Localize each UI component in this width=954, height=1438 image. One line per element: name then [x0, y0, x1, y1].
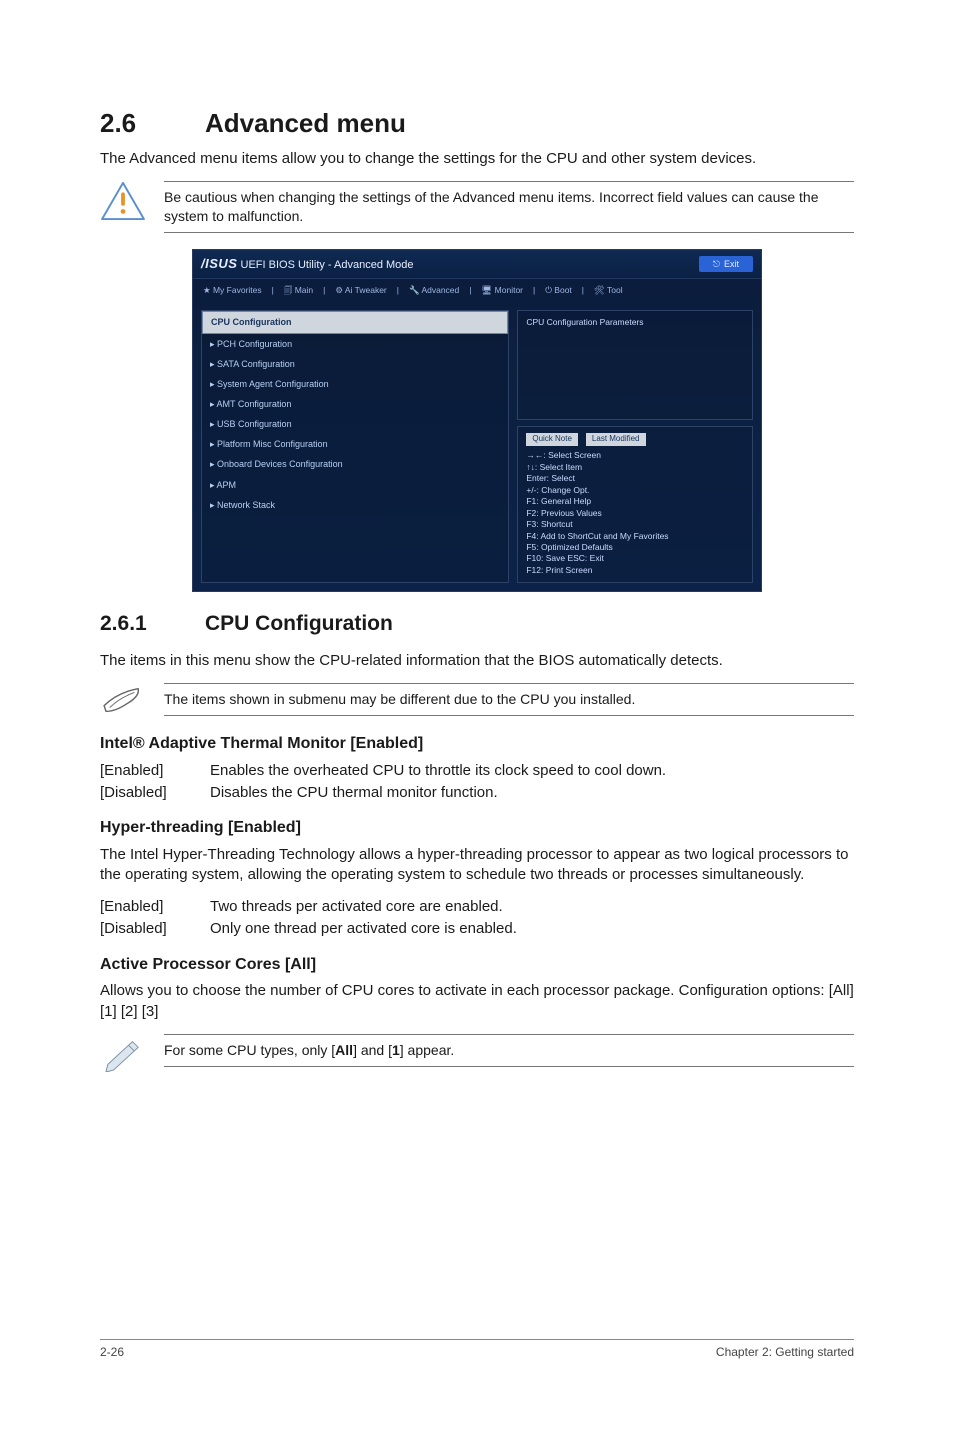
page-footer: 2-26 Chapter 2: Getting started — [0, 1332, 954, 1438]
section-heading: 2.6Advanced menu — [100, 106, 854, 141]
pencil-note-icon — [100, 1034, 146, 1072]
option-desc: Disables the CPU thermal monitor functio… — [210, 783, 854, 803]
bios-help-line: F1: General Help — [526, 496, 744, 507]
option-row: [Enabled] Two threads per activated core… — [100, 897, 854, 917]
bios-exit-label: Exit — [724, 258, 739, 270]
bios-tab[interactable]: ⏻ Boot — [541, 283, 576, 298]
option-value: [Disabled] — [100, 783, 210, 803]
bios-menu-item[interactable]: ▸ PCH Configuration — [202, 334, 508, 354]
exit-icon: ⎋ — [713, 258, 720, 270]
caution-text: Be cautious when changing the settings o… — [164, 181, 854, 233]
bios-menu-item[interactable]: CPU Configuration — [202, 311, 508, 333]
option-row: [Disabled] Disables the CPU thermal moni… — [100, 783, 854, 803]
bios-help-line: +/-: Change Opt. — [526, 485, 744, 496]
bios-help-line: F2: Previous Values — [526, 508, 744, 519]
bios-titlebar: /ISUS UEFI BIOS Utility - Advanced Mode … — [193, 250, 761, 279]
bios-tab[interactable]: ⚙ Ai Tweaker — [331, 283, 390, 298]
option-row: [Enabled] Enables the overheated CPU to … — [100, 761, 854, 781]
option-heading: Hyper-threading [Enabled] — [100, 817, 854, 839]
bios-help-line: F4: Add to ShortCut and My Favorites — [526, 531, 744, 542]
option-desc: Enables the overheated CPU to throttle i… — [210, 761, 854, 781]
bios-help-line: F12: Print Screen — [526, 565, 744, 576]
bios-brand: /ISUS — [201, 256, 237, 271]
bios-menu-item[interactable]: ▸ USB Configuration — [202, 414, 508, 434]
bios-help-pane: Quick Note Last Modified →←: Select Scre… — [517, 426, 753, 583]
bios-menu-item[interactable]: ▸ Onboard Devices Configuration — [202, 454, 508, 474]
bios-help-line: F10: Save ESC: Exit — [526, 553, 744, 564]
option-value: [Enabled] — [100, 761, 210, 781]
bios-menu-list: CPU Configuration ▸ PCH Configuration ▸ … — [201, 310, 509, 583]
bios-menu-item[interactable]: ▸ Platform Misc Configuration — [202, 434, 508, 454]
option-row: [Disabled] Only one thread per activated… — [100, 919, 854, 939]
option-heading: Intel® Adaptive Thermal Monitor [Enabled… — [100, 733, 854, 755]
bios-pane-tab[interactable]: Quick Note — [526, 433, 578, 446]
bios-info-text: CPU Configuration Parameters — [526, 317, 744, 328]
caution-box: Be cautious when changing the settings o… — [100, 181, 854, 233]
note-box: The items shown in submenu may be differ… — [100, 683, 854, 717]
section-title: Advanced menu — [205, 108, 406, 138]
bios-menu-item[interactable]: ▸ AMT Configuration — [202, 394, 508, 414]
bios-screenshot: /ISUS UEFI BIOS Utility - Advanced Mode … — [192, 249, 762, 592]
note-icon — [100, 683, 146, 717]
section-intro: The Advanced menu items allow you to cha… — [100, 149, 854, 169]
subsection-title: CPU Configuration — [205, 612, 393, 635]
bios-help-line: F3: Shortcut — [526, 519, 744, 530]
bios-tab[interactable]: 🔧 Advanced — [405, 283, 463, 298]
subsection-intro: The items in this menu show the CPU-rela… — [100, 651, 854, 671]
subsection-heading: 2.6.1CPU Configuration — [100, 610, 854, 638]
bios-tab[interactable]: 🗐 Main — [280, 283, 317, 298]
bios-tab[interactable]: ★ My Favorites — [199, 283, 266, 298]
bios-help-line: Enter: Select — [526, 473, 744, 484]
bios-menu-item[interactable]: ▸ APM — [202, 475, 508, 495]
bios-tab[interactable]: 🛠 Tool — [590, 283, 627, 298]
bios-tab[interactable]: 🖥 Monitor — [478, 283, 528, 298]
option-desc: Two threads per activated core are enabl… — [210, 897, 854, 917]
note-box: For some CPU types, only [All] and [1] a… — [100, 1034, 854, 1072]
note-text: For some CPU types, only [All] and [1] a… — [164, 1034, 854, 1067]
bios-title: /ISUS UEFI BIOS Utility - Advanced Mode — [201, 255, 414, 273]
bios-help-line: →←: Select Screen — [526, 450, 744, 461]
footer-page-number: 2-26 — [100, 1344, 124, 1360]
bios-help-line: F5: Optimized Defaults — [526, 542, 744, 553]
caution-icon — [100, 181, 146, 221]
bios-menu-item[interactable]: ▸ SATA Configuration — [202, 354, 508, 374]
subsection-number: 2.6.1 — [100, 610, 205, 638]
bios-help-line: ↑↓: Select Item — [526, 462, 744, 473]
option-desc: Only one thread per activated core is en… — [210, 919, 854, 939]
bios-exit-button[interactable]: ⎋ Exit — [699, 256, 753, 272]
option-value: [Disabled] — [100, 919, 210, 939]
option-value: [Enabled] — [100, 897, 210, 917]
option-description: The Intel Hyper-Threading Technology all… — [100, 845, 854, 886]
option-heading: Active Processor Cores [All] — [100, 954, 854, 976]
bios-tabs: ★ My Favorites | 🗐 Main | ⚙ Ai Tweaker |… — [193, 279, 761, 302]
bios-pane-tab[interactable]: Last Modified — [586, 433, 646, 446]
option-description: Allows you to choose the number of CPU c… — [100, 981, 854, 1022]
footer-chapter: Chapter 2: Getting started — [716, 1344, 854, 1360]
bios-menu-item[interactable]: ▸ System Agent Configuration — [202, 374, 508, 394]
bios-menu-item[interactable]: ▸ Network Stack — [202, 495, 508, 515]
bios-info-pane: CPU Configuration Parameters — [517, 310, 753, 420]
bios-title-text: UEFI BIOS Utility - Advanced Mode — [241, 259, 414, 271]
note-text: The items shown in submenu may be differ… — [164, 683, 854, 716]
section-number: 2.6 — [100, 106, 205, 141]
